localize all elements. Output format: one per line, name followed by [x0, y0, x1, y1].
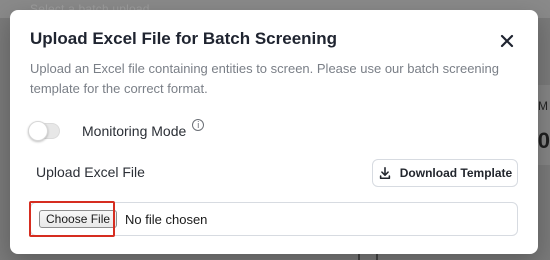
close-button[interactable] — [496, 30, 518, 52]
modal-title: Upload Excel File for Batch Screening — [30, 29, 338, 48]
file-chosen-status: No file chosen — [125, 211, 208, 227]
upload-excel-modal: Upload Excel File for Batch Screening Up… — [10, 10, 538, 254]
download-icon — [379, 166, 390, 180]
background-right-value: 0 — [537, 128, 550, 153]
upload-excel-label: Upload Excel File — [36, 164, 145, 180]
info-icon[interactable]: i — [192, 119, 205, 131]
monitoring-mode-toggle[interactable] — [28, 121, 60, 141]
close-icon — [500, 34, 514, 48]
toggle-knob — [28, 121, 48, 141]
file-upload-input[interactable]: Choose File No file chosen — [29, 201, 518, 237]
background-right-label: M — [538, 99, 548, 113]
monitoring-mode-row: Monitoring Mode i — [28, 118, 205, 144]
modal-description: Upload an Excel file containing entities… — [30, 61, 500, 96]
choose-file-button[interactable]: Choose File — [39, 210, 118, 228]
download-template-label: Download Template — [399, 166, 513, 180]
download-template-button[interactable]: Download Template — [372, 159, 518, 187]
choose-file-wrapper: Choose File — [29, 201, 118, 237]
monitoring-mode-label: Monitoring Mode — [82, 123, 187, 139]
